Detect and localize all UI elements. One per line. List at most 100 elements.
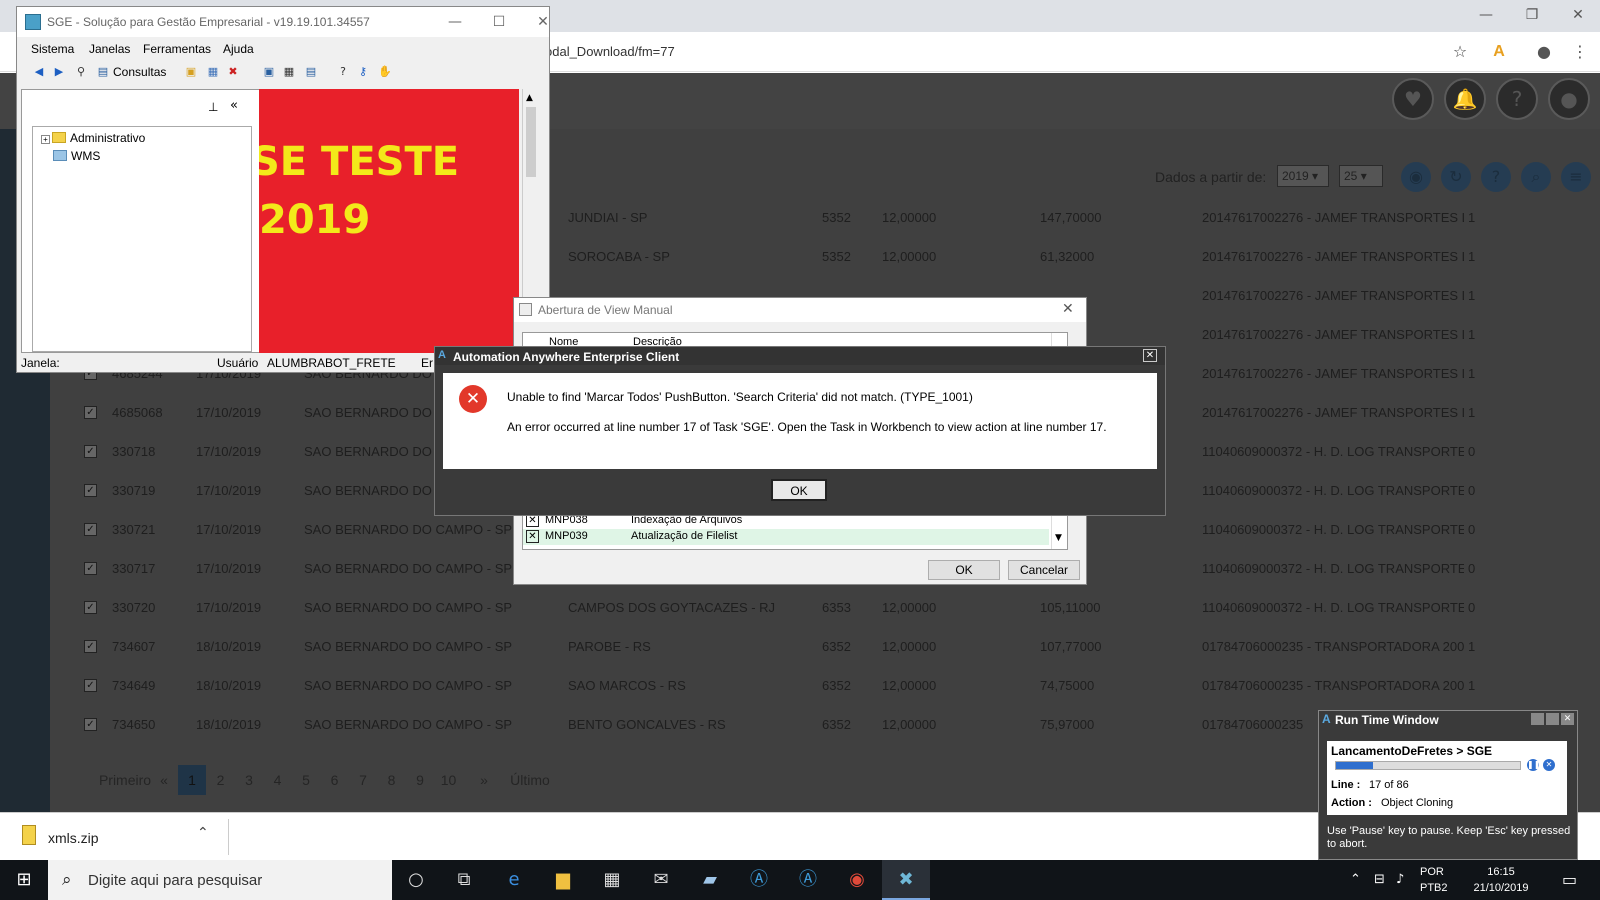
cortana-icon[interactable]: ○ (392, 860, 440, 900)
maximize-icon[interactable]: ☐ (479, 11, 519, 33)
taskbar-search[interactable]: ⌕ Digite aqui para pesquisar (48, 860, 392, 900)
calculator-icon[interactable]: ▦ (281, 64, 297, 80)
ok-button[interactable]: OK (928, 560, 1000, 580)
page-10[interactable]: 10 (435, 765, 463, 795)
consultas-button[interactable]: Consultas (113, 65, 166, 79)
clock-date[interactable]: 21/10/2019 (1462, 882, 1540, 894)
report-icon[interactable]: ▤ (303, 64, 319, 80)
row-checkbox[interactable]: ✓ (84, 445, 97, 458)
pause-icon[interactable]: ❚❚ (1527, 759, 1540, 771)
page-size-select[interactable]: 25 ▾ (1339, 165, 1383, 187)
keyboard-indicator[interactable]: PTB2 (1420, 882, 1448, 894)
volume-icon[interactable]: ♪ (1396, 872, 1404, 887)
search-circle-icon[interactable]: ⌕ (1521, 162, 1551, 192)
expand-icon[interactable]: + (41, 135, 50, 144)
forward-icon[interactable]: ▶ (51, 64, 67, 80)
mail-icon[interactable]: ✉ (637, 860, 685, 900)
scroll-up-icon[interactable]: ▲ (526, 93, 533, 103)
page-prev[interactable]: « (154, 765, 174, 795)
row-checkbox[interactable]: ✓ (84, 484, 97, 497)
menu-sistema[interactable]: Sistema (31, 42, 74, 56)
minimize-icon[interactable] (1531, 713, 1544, 725)
row-checkbox[interactable]: ✓ (84, 640, 97, 653)
close-icon[interactable]: ✕ (1558, 4, 1598, 26)
pin-icon[interactable]: ⊥ (208, 100, 218, 114)
clock-time[interactable]: 16:15 (1476, 866, 1526, 878)
page-first[interactable]: Primeiro (90, 765, 160, 795)
menu-janelas[interactable]: Janelas (89, 42, 130, 56)
maximize-icon[interactable] (1546, 713, 1559, 725)
hand-icon[interactable]: ✋ (377, 64, 393, 80)
automation-anywhere-2-icon[interactable]: Ⓐ (784, 860, 832, 900)
page-9[interactable]: 9 (406, 765, 434, 795)
scroll-down-icon[interactable]: ▼ (1055, 533, 1062, 543)
restore-icon[interactable]: ❐ (1512, 4, 1552, 26)
app-icon[interactable]: ▰ (686, 860, 734, 900)
bell-icon[interactable]: 🔔 (1444, 78, 1486, 120)
binoculars-icon[interactable]: ⚲ (73, 64, 89, 80)
tree-node-wms[interactable]: WMS (53, 149, 100, 163)
user-icon[interactable]: ● (1548, 78, 1590, 120)
close-icon[interactable]: ✕ (1143, 349, 1157, 362)
back-icon[interactable]: ◀ (31, 64, 47, 80)
page-7[interactable]: 7 (349, 765, 377, 795)
list-item[interactable]: ✕ MNP039 Atualização de Filelist (523, 529, 1049, 545)
stop-icon[interactable]: ✕ (1543, 759, 1555, 771)
heart-icon[interactable]: ♥ (1392, 78, 1434, 120)
list-icon[interactable]: ≡ (1561, 162, 1591, 192)
minimize-icon[interactable]: — (435, 11, 475, 33)
row-checkbox[interactable]: ✓ (84, 523, 97, 536)
task-view-icon[interactable]: ⧉ (440, 860, 488, 900)
view-icon[interactable]: ◉ (1401, 162, 1431, 192)
help-icon[interactable]: ? (335, 64, 351, 80)
store-icon[interactable]: ▦ (588, 860, 636, 900)
page-next[interactable]: » (474, 765, 494, 795)
address-bar[interactable]: odal_Download/fm=77 (545, 44, 675, 59)
error-ok-button[interactable]: OK (771, 479, 827, 501)
page-last[interactable]: Último (502, 765, 558, 795)
close-icon[interactable]: ✕ (523, 11, 563, 33)
menu-icon[interactable]: ⋮ (1568, 40, 1592, 64)
row-checkbox[interactable]: ✓ (84, 601, 97, 614)
tray-chevron-icon[interactable]: ⌃ (1350, 872, 1361, 887)
table-row[interactable]: ✓ 734607 18/10/2019 SAO BERNARDO DO CAMPO -… (50, 628, 1600, 666)
page-6[interactable]: 6 (321, 765, 349, 795)
checkbox-icon[interactable]: ✕ (526, 530, 539, 543)
window-icon[interactable]: ▣ (261, 64, 277, 80)
notification-icon[interactable]: ▭ (1562, 870, 1577, 889)
star-icon[interactable]: ☆ (1448, 40, 1472, 64)
delete-icon[interactable]: ✖ (225, 64, 241, 80)
page-3[interactable]: 3 (235, 765, 263, 795)
minimize-icon[interactable]: — (1466, 4, 1506, 26)
scroll-thumb[interactable] (526, 107, 536, 177)
windows-start-icon[interactable]: ⊞ (0, 860, 48, 900)
close-icon[interactable]: ✕ (1062, 301, 1074, 317)
help-circle-icon[interactable]: ? (1481, 162, 1511, 192)
row-checkbox[interactable]: ✓ (84, 562, 97, 575)
download-item[interactable]: xmls.zip (48, 830, 99, 846)
sge-taskbar-icon[interactable]: ✖ (882, 860, 930, 900)
row-checkbox[interactable]: ✓ (84, 679, 97, 692)
edge-icon[interactable]: e (490, 860, 538, 900)
help-icon[interactable]: ? (1496, 78, 1538, 120)
copy-icon[interactable]: ▦ (205, 64, 221, 80)
chrome-icon[interactable]: ◉ (833, 860, 881, 900)
menu-ajuda[interactable]: Ajuda (223, 42, 254, 56)
year-select[interactable]: 2019 ▾ (1277, 165, 1329, 187)
page-4[interactable]: 4 (264, 765, 292, 795)
extension-icon[interactable]: A (1487, 40, 1511, 64)
consultas-icon[interactable]: ▤ (95, 64, 111, 80)
automation-anywhere-icon[interactable]: Ⓐ (735, 860, 783, 900)
refresh-icon[interactable]: ↻ (1441, 162, 1471, 192)
table-row[interactable]: ✓ 330720 17/10/2019 SAO BERNARDO DO CAMPO -… (50, 589, 1600, 627)
row-checkbox[interactable]: ✓ (84, 718, 97, 731)
chevron-up-icon[interactable]: ⌃ (197, 825, 209, 841)
page-2[interactable]: 2 (207, 765, 235, 795)
close-icon[interactable]: ✕ (1561, 713, 1574, 725)
collapse-icon[interactable]: « (230, 98, 238, 113)
row-checkbox[interactable]: ✓ (84, 406, 97, 419)
file-explorer-icon[interactable]: ▆ (539, 860, 587, 900)
page-8[interactable]: 8 (378, 765, 406, 795)
key-icon[interactable]: ⚷ (355, 64, 371, 80)
profile-icon[interactable]: ● (1532, 40, 1556, 64)
